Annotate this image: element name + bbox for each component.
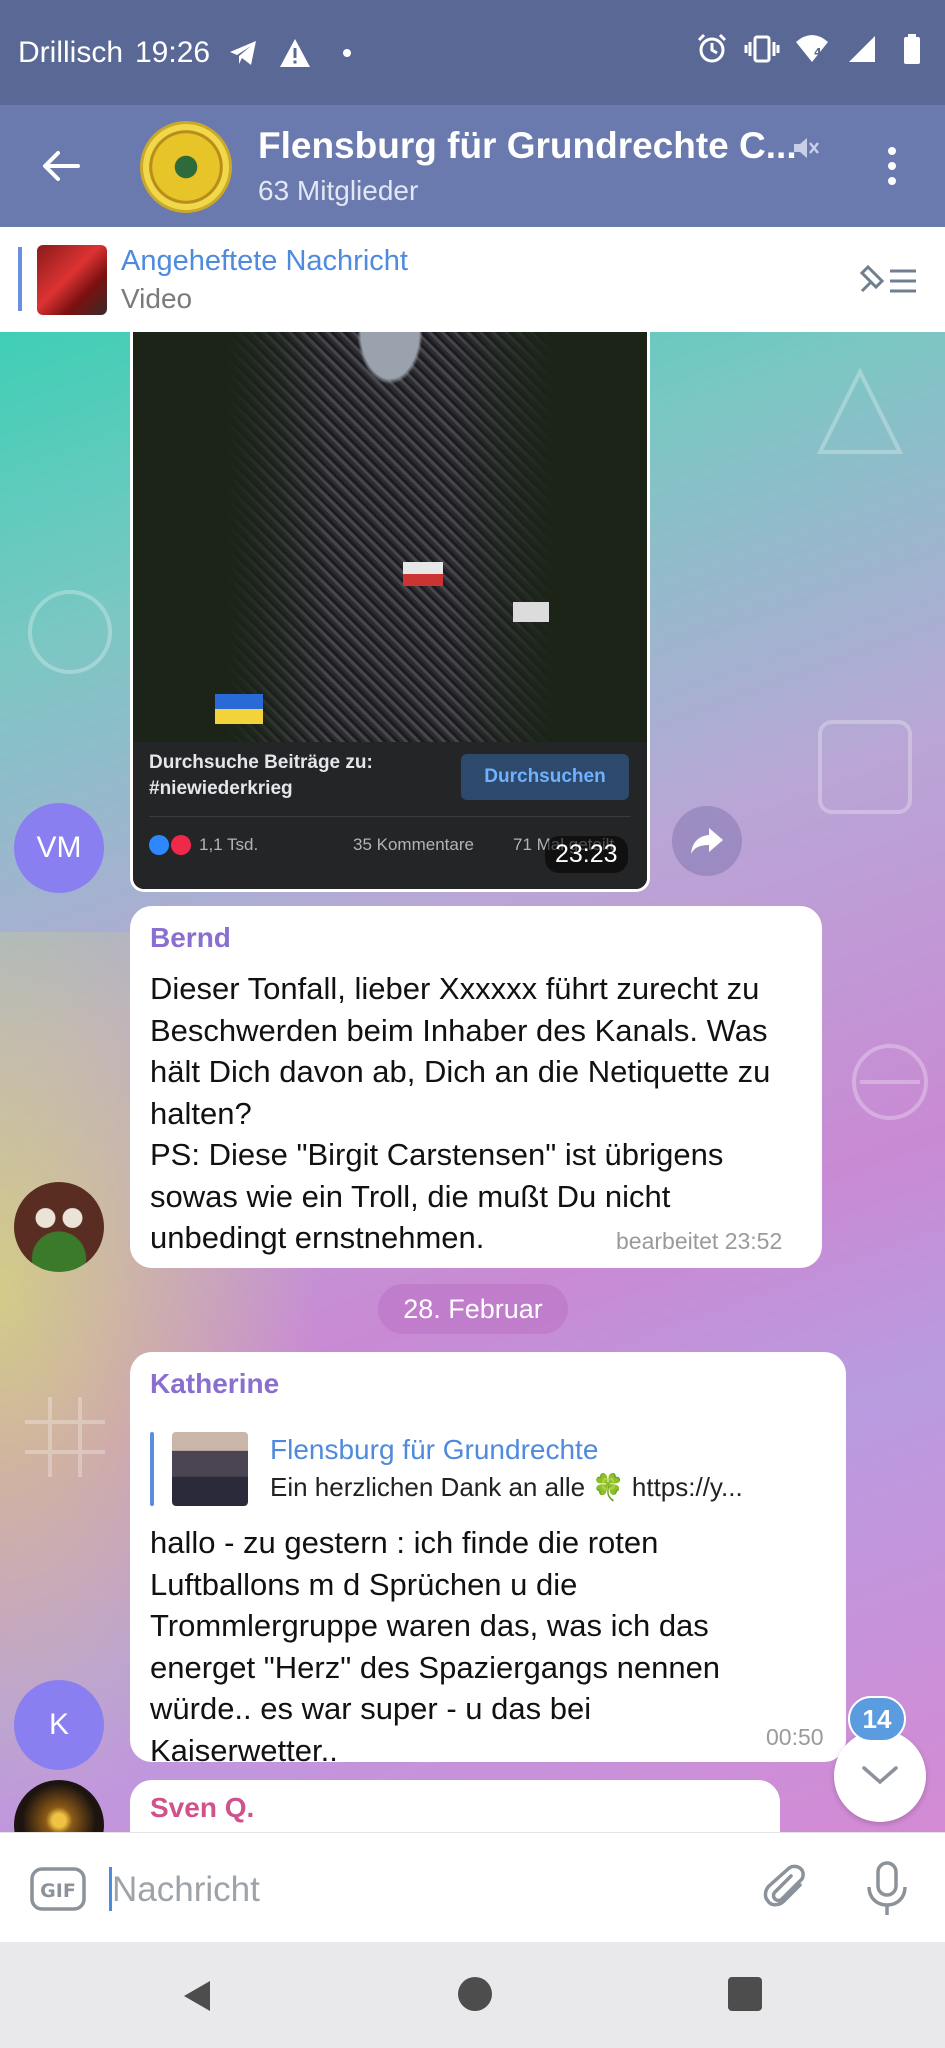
back-arrow-icon[interactable]	[38, 143, 84, 189]
message-meta: 00:50	[766, 1724, 824, 1750]
group-title[interactable]: Flensburg für Grundrechte C...	[258, 125, 797, 167]
doodle-decoration	[852, 1044, 928, 1120]
pinned-message-bar[interactable]: Angeheftete Nachricht Video	[0, 227, 945, 333]
sender-name[interactable]: Bernd	[150, 922, 231, 954]
avatar[interactable]: VM	[14, 803, 104, 893]
divider	[149, 816, 631, 817]
pinned-thumbnail	[37, 245, 107, 315]
notification-dot-icon	[328, 34, 366, 72]
reply-text[interactable]: Ein herzlichen Dank an alle 🍀 https://y.…	[270, 1472, 830, 1503]
like-icon	[149, 835, 169, 855]
nav-back-icon[interactable]	[178, 1977, 216, 2015]
status-time: 19:26	[135, 35, 211, 69]
vibrate-icon	[743, 30, 781, 68]
video-thumbnail[interactable]	[133, 332, 647, 742]
status-bar: Drillisch 19:26 4	[0, 0, 945, 105]
alarm-icon	[693, 30, 731, 68]
signal-icon	[843, 30, 881, 68]
battery-icon	[893, 30, 931, 68]
member-count: 63 Mitglieder	[258, 175, 419, 206]
unread-count-badge[interactable]: 14	[848, 1696, 906, 1742]
scroll-down-button[interactable]	[834, 1730, 926, 1822]
doodle-decoration	[25, 1397, 105, 1477]
doodle-decoration	[816, 367, 904, 454]
forward-icon	[691, 828, 723, 854]
system-nav-bar	[0, 1942, 945, 2048]
message-input[interactable]	[110, 1863, 714, 1917]
fb-search-text: Durchsuche Beiträge zu: #niewiederkrieg	[149, 752, 373, 799]
flag-image	[215, 694, 263, 724]
message-composer: GIF	[0, 1832, 945, 1943]
chat-header: Flensburg für Grundrechte C... 63 Mitgli…	[0, 105, 945, 227]
gif-button[interactable]: GIF	[30, 1867, 86, 1911]
message-bubble[interactable]: Sven Q.	[130, 1780, 780, 1832]
message-time: 23:23	[545, 836, 628, 873]
avatar[interactable]: K	[14, 1680, 104, 1770]
nav-home-icon[interactable]	[458, 1977, 492, 2011]
pinned-subtitle: Video	[121, 283, 193, 314]
sender-name[interactable]: Sven Q.	[150, 1792, 254, 1824]
message-text: hallo - zu gestern : ich finde die roten…	[150, 1525, 721, 1768]
avatar[interactable]	[14, 1182, 104, 1272]
message-bubble[interactable]: Bernd Dieser Tonfall, lieber Xxxxxx führ…	[130, 906, 822, 1268]
gif-label: GIF	[40, 1880, 76, 1902]
chevron-down-icon	[862, 1766, 898, 1785]
chat-area[interactable]: Durchsuche Beiträge zu: #niewiederkrieg …	[0, 332, 945, 1832]
reply-indicator	[150, 1432, 154, 1506]
reply-thumbnail	[172, 1432, 248, 1506]
microphone-icon[interactable]	[862, 1861, 912, 1917]
telegram-icon	[224, 34, 262, 72]
message-meta: bearbeitet 23:52	[616, 1228, 783, 1254]
doodle-decoration	[818, 720, 912, 814]
more-menu-icon[interactable]	[872, 141, 912, 191]
pinned-list-icon[interactable]	[858, 261, 920, 301]
fb-search-button: Durchsuchen	[461, 754, 629, 800]
nav-recents-icon[interactable]	[728, 1977, 762, 2011]
group-avatar[interactable]	[140, 121, 232, 213]
attach-icon[interactable]	[762, 1863, 812, 1915]
carrier-name: Drillisch	[18, 35, 123, 69]
video-message[interactable]: Durchsuche Beiträge zu: #niewiederkrieg …	[130, 332, 650, 892]
fb-reactions: 1,1 Tsd.	[149, 835, 258, 855]
network-badge: 4	[814, 46, 822, 59]
heart-icon	[171, 835, 191, 855]
message-text: Dieser Tonfall, lieber Xxxxxx führt zure…	[150, 971, 771, 1255]
date-separator: 28. Februar	[378, 1284, 568, 1334]
reaction-count: 1,1 Tsd.	[199, 835, 259, 854]
mute-icon	[790, 133, 820, 163]
pinned-indicator	[18, 247, 22, 311]
pinned-title: Angeheftete Nachricht	[121, 245, 408, 277]
doodle-decoration	[28, 590, 112, 674]
fb-comments: 35 Kommentare	[353, 835, 474, 854]
sender-name[interactable]: Katherine	[150, 1368, 279, 1400]
flag-image	[513, 602, 549, 622]
message-bubble[interactable]: Katherine Flensburg für Grundrechte Ein …	[130, 1352, 846, 1768]
forward-button[interactable]	[672, 806, 742, 876]
flag-image	[403, 562, 443, 586]
wifi-icon: 4	[793, 30, 831, 68]
reply-title[interactable]: Flensburg für Grundrechte	[270, 1434, 598, 1466]
warning-icon	[276, 34, 314, 72]
avatar[interactable]	[14, 1780, 104, 1832]
